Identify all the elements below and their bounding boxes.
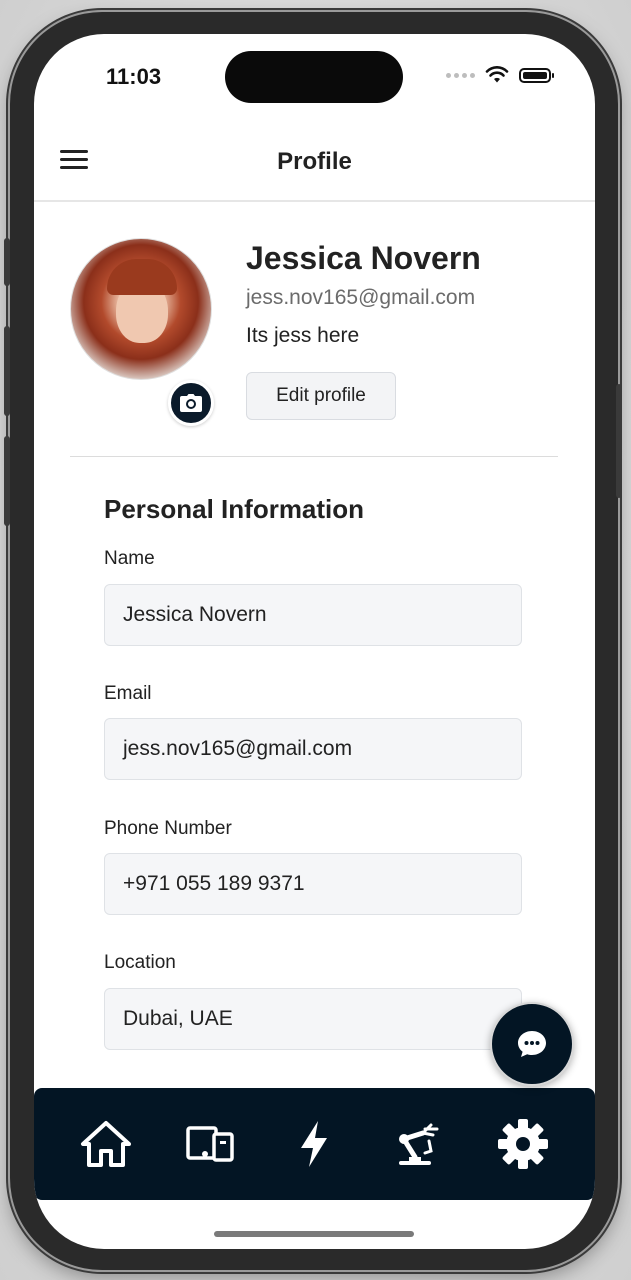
gear-icon [497,1119,548,1169]
profile-name: Jessica Novern [246,240,481,276]
wifi-icon [485,66,509,83]
profile-content: Jessica Novern jess.nov165@gmail.com Its… [34,202,595,1087]
app-header: Profile [34,128,595,202]
dynamic-island [225,51,403,103]
robot-arm-icon [398,1123,439,1165]
change-photo-button[interactable] [168,380,214,426]
email-field[interactable]: jess.nov165@gmail.com [104,718,522,780]
status-icons [446,66,554,84]
status-time: 11:03 [106,64,162,89]
bottom-tab-bar [34,1088,595,1200]
tab-energy[interactable] [284,1114,344,1174]
location-label: Location [104,952,176,973]
side-button-action [4,238,10,286]
devices-icon [186,1126,235,1162]
side-button-power [616,384,622,498]
chat-icon [518,1031,546,1057]
avatar[interactable] [70,238,212,380]
profile-email: jess.nov165@gmail.com [246,286,476,309]
name-field[interactable]: Jessica Novern [104,584,522,646]
camera-icon [180,394,202,412]
tab-devices[interactable] [180,1114,240,1174]
chat-button[interactable] [490,1002,574,1086]
location-field[interactable]: Dubai, UAE [104,988,522,1050]
side-button-volume-down [4,436,10,526]
tab-home[interactable] [76,1114,136,1174]
home-indicator [214,1231,414,1237]
home-icon [81,1121,132,1167]
name-label: Name [104,548,155,569]
email-label: Email [104,683,152,704]
section-title: Personal Information [104,494,365,524]
profile-bio: Its jess here [246,324,360,347]
page-title: Profile [277,148,352,175]
avatar-hair [107,259,177,295]
phone-label: Phone Number [104,818,232,839]
divider [70,456,558,457]
tab-settings[interactable] [493,1114,553,1174]
phone-screen: 11:03 Profile Jessica Novern jess.nov165… [34,34,595,1249]
phone-field[interactable]: +971 055 189 9371 [104,853,522,915]
signal-dots-icon [446,72,475,78]
battery-icon [519,67,554,83]
edit-profile-button[interactable]: Edit profile [246,372,396,420]
lightning-icon [301,1121,328,1167]
tab-automation[interactable] [389,1114,449,1174]
side-button-volume-up [4,326,10,416]
